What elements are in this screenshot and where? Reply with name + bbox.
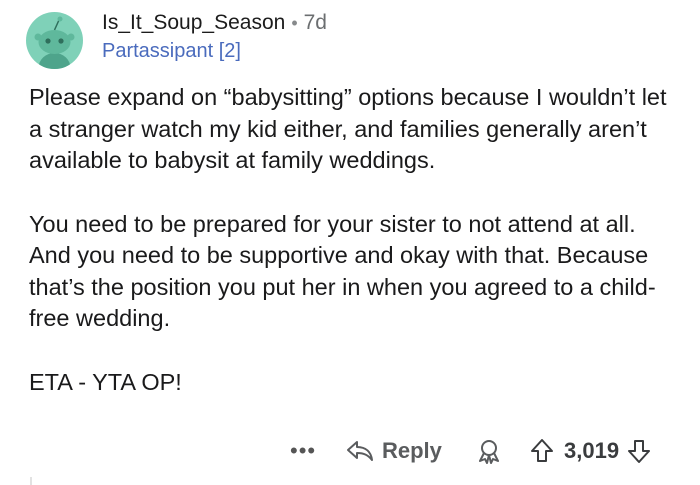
downvote-arrow-icon[interactable] [627, 438, 651, 464]
reply-label: Reply [382, 438, 442, 463]
user-flair: Partassipant [2] [102, 40, 241, 62]
separator-dot: • [291, 13, 298, 33]
comment-paragraph: ETA - YTA OP! [29, 368, 182, 395]
vote-score: 3,019 [564, 438, 620, 463]
reply-button[interactable]: Reply [346, 438, 442, 464]
comment-age: 7d [303, 11, 327, 34]
comment-header: Is_It_Soup_Season • 7d Partassipant [2] [102, 10, 327, 64]
comment-body: Please expand on “babysitting” options b… [29, 82, 679, 398]
comment-actions: ••• Reply 3,019 [0, 432, 700, 472]
vote-controls: 3,019 [530, 438, 651, 464]
award-icon [479, 440, 499, 464]
upvote-arrow-icon[interactable] [530, 438, 554, 464]
avatar-snoo-icon [34, 16, 75, 69]
award-button[interactable] [476, 438, 502, 469]
thread-line [30, 477, 32, 485]
username-link[interactable]: Is_It_Soup_Season [102, 10, 285, 36]
comment-paragraph: Please expand on “babysitting” options b… [29, 84, 667, 173]
reply-arrow-icon [347, 441, 373, 461]
comment-paragraph: You need to be prepared for your sister … [29, 210, 656, 332]
avatar[interactable] [26, 12, 83, 69]
more-options-button[interactable]: ••• [290, 438, 316, 464]
